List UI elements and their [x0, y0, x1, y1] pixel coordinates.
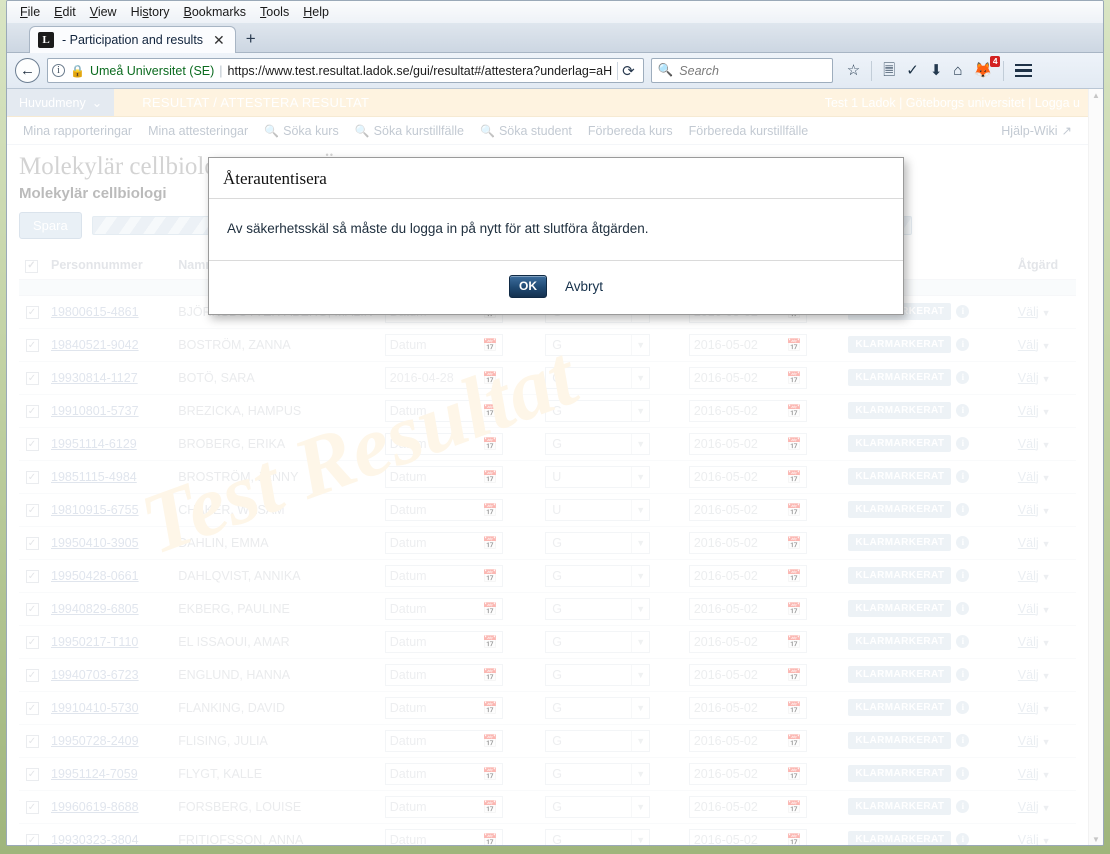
url-separator: |	[219, 63, 223, 78]
dialog-actions: OK Avbryt	[209, 261, 903, 314]
reading-list-icon[interactable]: 🗏	[883, 63, 895, 78]
menu-edit[interactable]: Edit	[47, 3, 83, 21]
menu-file[interactable]: File	[13, 3, 47, 21]
browser-toolbar-icons: ☆ 🗏 ✓ ⬇ ⌂ 🦊 4	[847, 56, 1033, 81]
pocket-icon[interactable]: ✓	[906, 63, 919, 78]
menu-history[interactable]: History	[124, 3, 177, 21]
ok-button[interactable]: OK	[508, 275, 547, 299]
addon-icon[interactable]: 🦊 4	[973, 56, 1001, 78]
new-tab-button[interactable]: +	[236, 29, 266, 53]
addon-badge-count: 4	[990, 56, 1001, 67]
page-info-icon[interactable]: i	[52, 64, 65, 77]
browser-tab[interactable]: L - Participation and results ✕	[29, 26, 236, 53]
toolbar-divider	[871, 60, 873, 81]
menu-hamburger-icon[interactable]	[1015, 63, 1033, 78]
tab-title: - Participation and results	[62, 33, 204, 47]
menu-tools[interactable]: Tools	[253, 3, 296, 21]
downloads-icon[interactable]: ⬇	[930, 63, 943, 78]
search-bar[interactable]: 🔍 Search	[650, 58, 833, 83]
menu-view[interactable]: View	[83, 3, 124, 21]
toolbar-divider-2	[1003, 60, 1005, 81]
lock-icon: 🔒	[70, 63, 85, 78]
bookmark-star-icon[interactable]: ☆	[847, 63, 860, 78]
url-origin: Umeå Universitet (SE)	[89, 63, 215, 78]
browser-navbar: ← i 🔒 Umeå Universitet (SE) | https://ww…	[7, 53, 1103, 89]
url-text[interactable]: https://www.test.resultat.ladok.se/gui/r…	[228, 64, 613, 78]
browser-menubar: File Edit View History Bookmarks Tools H…	[7, 1, 1103, 23]
search-placeholder: Search	[679, 63, 719, 78]
browser-window: File Edit View History Bookmarks Tools H…	[6, 0, 1104, 846]
url-bar[interactable]: i 🔒 Umeå Universitet (SE) | https://www.…	[47, 58, 644, 83]
back-button[interactable]: ←	[15, 58, 40, 83]
cancel-button[interactable]: Avbryt	[565, 279, 603, 294]
reload-icon[interactable]: ⟳	[617, 61, 639, 80]
page-viewport: Huvudmeny ⌄ RESULTAT / ATTESTERA RESULTA…	[7, 89, 1103, 845]
menu-help[interactable]: Help	[296, 3, 336, 21]
menu-bookmarks[interactable]: Bookmarks	[177, 3, 254, 21]
home-icon[interactable]: ⌂	[953, 63, 962, 78]
reauthenticate-dialog: Återautentisera Av säkerhetsskäl så måst…	[208, 157, 904, 316]
search-icon: 🔍	[657, 63, 674, 77]
browser-tabstrip: L - Participation and results ✕ +	[7, 23, 1103, 53]
close-icon[interactable]: ✕	[211, 32, 227, 49]
ladok-favicon: L	[38, 32, 54, 48]
dialog-message: Av säkerhetsskäl så måste du logga in på…	[209, 199, 903, 261]
dialog-title: Återautentisera	[209, 158, 903, 199]
